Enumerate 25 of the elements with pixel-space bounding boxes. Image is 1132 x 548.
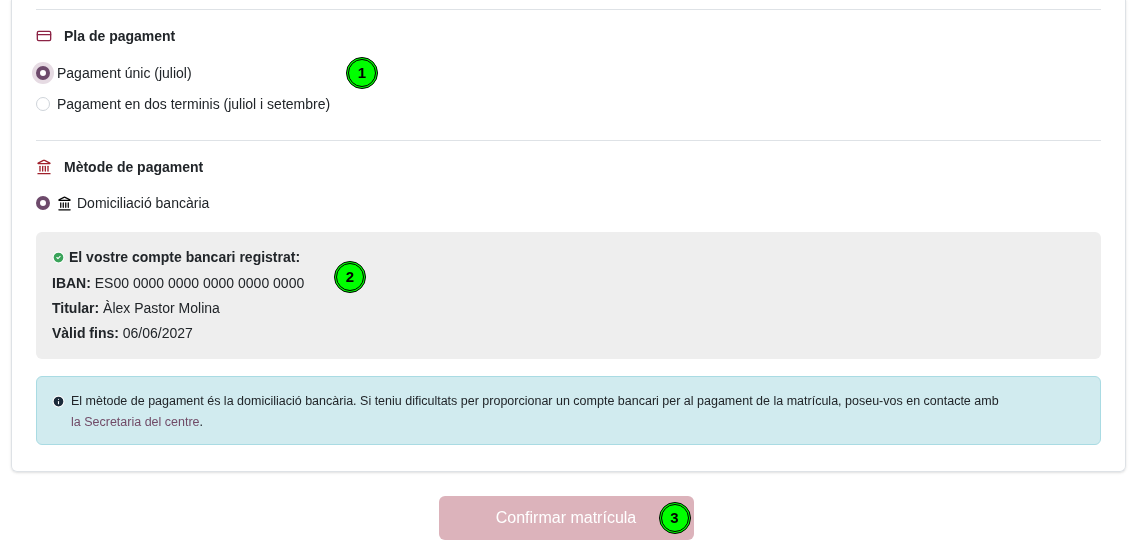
radio-option[interactable]: Pagament en dos terminis (juliol i setembre) <box>36 95 331 113</box>
secretaria-link[interactable]: la Secretaria del centre <box>71 415 200 429</box>
bank-icon <box>57 195 72 211</box>
info-icon <box>52 395 65 408</box>
account-field: IBAN: ES00 0000 0000 0000 0000 0000 <box>52 273 305 292</box>
section-title: Mètode de pagament <box>64 157 204 177</box>
radio-option[interactable]: Pagament únic (juliol) <box>36 64 192 82</box>
number-marker: 1 <box>346 57 378 89</box>
account-heading: El vostre compte bancari registrat: <box>69 248 301 267</box>
info-text: El mètode de pagament és la domiciliació bancària. Si teniu dificultats per proporcionar un compte bancari per al pagament de la matrícula, poseu-vos en contacte amb la Secretaria del centre. <box>71 393 1000 430</box>
confirm-button: Confirmar matrícula 3 <box>438 496 694 540</box>
number-marker: 3 <box>658 502 691 534</box>
radio-button[interactable] <box>36 196 50 210</box>
radio-option[interactable]: Domiciliació bancària <box>36 194 210 212</box>
credit-card-icon <box>36 28 52 44</box>
radio-button[interactable] <box>36 66 50 80</box>
bank-icon <box>36 159 52 175</box>
section-title: Pla de pagament <box>64 26 176 46</box>
check-circle-icon <box>52 251 65 264</box>
account-field: Vàlid fins: 06/06/2027 <box>52 323 193 342</box>
option-label: Domiciliació bancària <box>77 193 210 213</box>
option-label: Pagament únic (juliol) <box>57 63 192 83</box>
account-field: Titular: Àlex Pastor Molina <box>52 298 220 317</box>
option-label: Pagament en dos terminis (juliol i setembre) <box>57 94 331 114</box>
number-marker: 2 <box>334 261 366 293</box>
